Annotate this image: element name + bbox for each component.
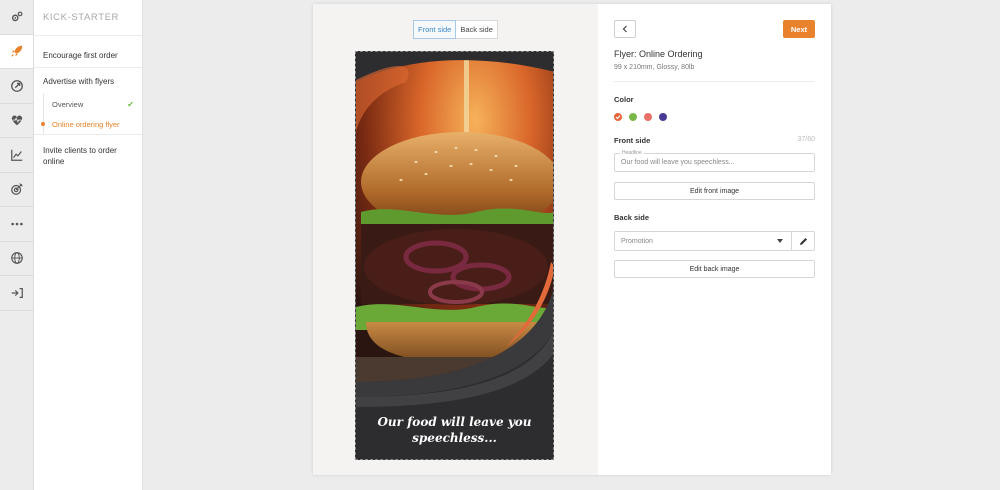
flyer-preview: Front side Back side Our food will leave… xyxy=(313,4,598,475)
flyer-specs: 99 x 210mm, Glossy, 80lb xyxy=(614,64,695,71)
rail-item-navigate[interactable] xyxy=(0,69,33,104)
headline-char-counter: 37/60 xyxy=(797,136,815,143)
rail-item-website[interactable] xyxy=(0,242,33,276)
rail-item-targets[interactable] xyxy=(0,173,33,207)
heartbeat-icon xyxy=(11,115,22,126)
flyer-subnav: Overview ✔ Online ordering flyer xyxy=(41,94,142,134)
sidebar-brand: KICK-STARTER xyxy=(34,0,142,36)
flyer-title: Flyer: Online Ordering xyxy=(614,49,703,59)
sidebar-item-flyers[interactable]: Advertise with flyers xyxy=(34,68,142,94)
back-side-select-value: Promotion xyxy=(621,238,653,245)
sidebar-item-first-order[interactable]: Encourage first order xyxy=(34,44,142,68)
gears-icon xyxy=(11,11,22,21)
edit-front-image-button[interactable]: Edit front image xyxy=(614,182,815,200)
flyer-headline-text: Our food will leave you speechless... xyxy=(377,415,532,445)
chart-icon xyxy=(10,149,22,161)
caret-down-icon xyxy=(777,239,783,243)
subitem-online-ordering-flyer[interactable]: Online ordering flyer xyxy=(41,114,142,134)
back-side-select[interactable]: Promotion xyxy=(614,231,792,251)
color-label: Color xyxy=(614,95,634,104)
pencil-icon xyxy=(799,237,807,245)
flyer-settings-panel: Next Flyer: Online Ordering 99 x 210mm, … xyxy=(598,4,831,475)
kickstarter-sidebar: KICK-STARTER Encourage first order Adver… xyxy=(34,0,143,490)
rail-item-settings[interactable] xyxy=(0,0,33,35)
rocket-icon xyxy=(10,46,22,57)
current-dot-icon xyxy=(41,122,45,126)
rail-item-reports[interactable] xyxy=(0,138,33,173)
color-swatches xyxy=(614,113,667,121)
headline-field[interactable]: Headline Our food will leave you speechl… xyxy=(614,150,815,172)
side-tabs: Front side Back side xyxy=(413,20,498,39)
compass-icon xyxy=(10,79,23,92)
color-swatch-coral[interactable] xyxy=(644,113,652,121)
signin-icon xyxy=(11,287,23,298)
rail-item-kickstarter[interactable] xyxy=(0,34,33,69)
rail-item-health[interactable] xyxy=(0,104,33,138)
tab-back-side[interactable]: Back side xyxy=(456,21,497,38)
divider xyxy=(614,81,815,82)
more-icon xyxy=(10,222,23,226)
color-swatch-purple[interactable] xyxy=(659,113,667,121)
back-side-label: Back side xyxy=(614,213,650,222)
headline-value: Our food will leave you speechless... xyxy=(621,159,735,166)
tab-front-side[interactable]: Front side xyxy=(413,20,457,39)
burger-image xyxy=(356,60,553,407)
target-icon xyxy=(10,183,23,196)
rail-item-more[interactable] xyxy=(0,207,33,242)
check-icon: ✔ xyxy=(127,99,134,109)
color-swatch-orange[interactable] xyxy=(614,113,622,121)
edit-back-text-button[interactable] xyxy=(791,231,815,251)
globe-icon xyxy=(10,252,23,265)
subitem-label: Online ordering flyer xyxy=(52,119,120,129)
back-button[interactable] xyxy=(614,20,636,38)
icon-rail xyxy=(0,0,34,490)
headline-legend: Headline xyxy=(620,150,644,156)
flyer-editor-card: Front side Back side Our food will leave… xyxy=(313,4,831,475)
check-icon xyxy=(615,115,621,120)
chevron-left-icon xyxy=(622,25,627,33)
sidebar-item-invite-clients[interactable]: Invite clients to order online xyxy=(34,134,142,178)
subitem-overview[interactable]: Overview ✔ xyxy=(52,94,142,114)
next-button[interactable]: Next xyxy=(783,20,815,38)
color-swatch-green[interactable] xyxy=(629,113,637,121)
subitem-label: Overview xyxy=(52,99,84,109)
flyer-canvas: Our food will leave you speechless... xyxy=(355,51,554,460)
front-side-label: Front side xyxy=(614,136,651,145)
edit-back-image-button[interactable]: Edit back image xyxy=(614,260,815,278)
rail-item-integrations[interactable] xyxy=(0,276,33,311)
